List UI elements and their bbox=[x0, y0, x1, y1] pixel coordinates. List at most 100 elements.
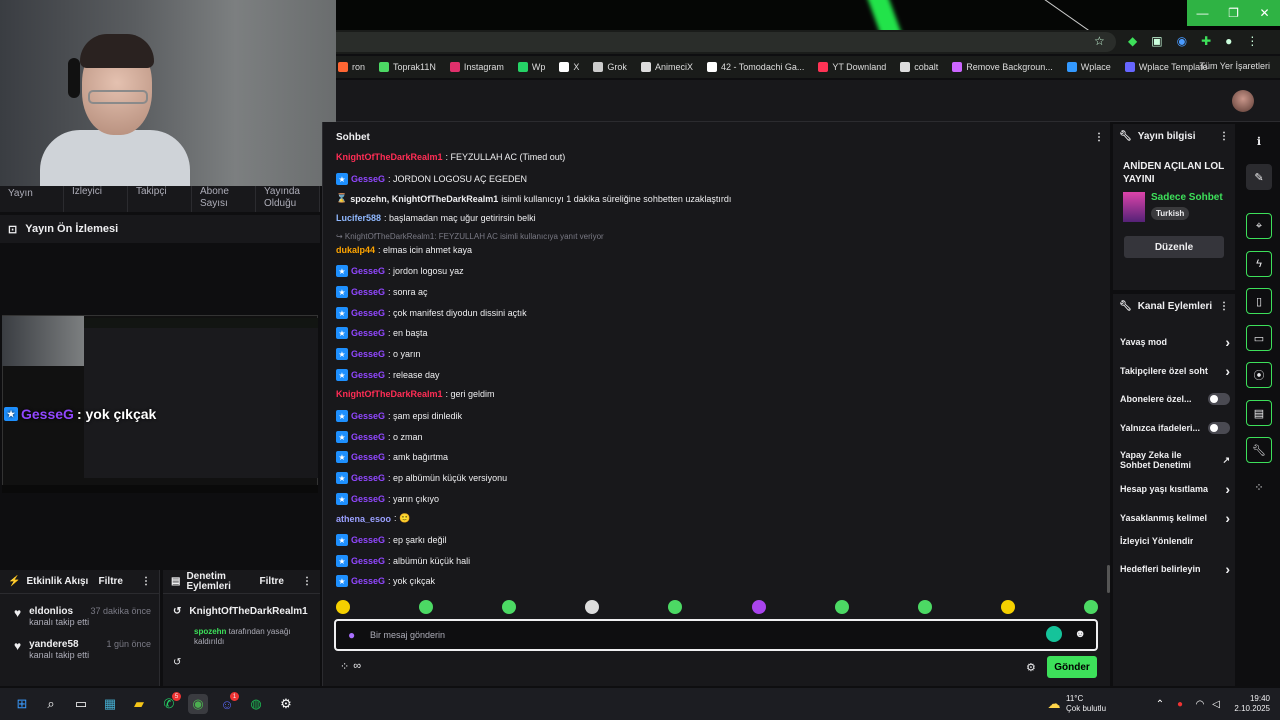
chat-message[interactable]: KnightOfTheDarkRealm1: FEYZULLAH AC (Tim… bbox=[336, 152, 565, 162]
chat-username[interactable]: GesseG bbox=[351, 535, 385, 545]
chat-username[interactable]: Lucifer588 bbox=[336, 213, 381, 223]
bookmark-item[interactable]: 42 - Tomodachi Ga... bbox=[706, 62, 804, 72]
chat-message[interactable]: ★ GesseG: o zman bbox=[336, 431, 423, 443]
chat-message[interactable]: dukalp44: elmas icin ahmet kaya bbox=[336, 245, 472, 255]
channel-action-item[interactable]: Takipçilere özel soht › bbox=[1120, 363, 1230, 379]
chat-message[interactable]: ★ GesseG: yarın çıkıyo bbox=[336, 493, 439, 505]
more-icon[interactable]: ⋮ bbox=[302, 576, 312, 587]
chat-username[interactable]: GesseG bbox=[351, 174, 385, 184]
channel-action-item[interactable]: Abonelere özel... bbox=[1120, 393, 1230, 405]
emote-icon[interactable] bbox=[502, 600, 517, 614]
emote-icon[interactable] bbox=[834, 600, 849, 614]
chat-username[interactable]: GesseG bbox=[351, 370, 385, 380]
moderation-actor[interactable]: spozehn bbox=[194, 627, 226, 636]
widgets-icon[interactable]: ▦ bbox=[100, 694, 120, 714]
add-widget-icon[interactable]: ⁘ bbox=[1246, 474, 1272, 500]
send-button[interactable]: Gönder bbox=[1047, 656, 1097, 678]
emote-icon[interactable] bbox=[917, 600, 932, 614]
chat-message[interactable]: ★ GesseG: çok manifest diyodun dissini aç… bbox=[336, 307, 527, 319]
avatar[interactable] bbox=[1232, 90, 1254, 112]
channel-action-item[interactable]: İzleyici Yönlendir bbox=[1120, 536, 1230, 546]
emote-icon[interactable] bbox=[751, 600, 766, 614]
channel-action-item[interactable]: Yavaş mod › bbox=[1120, 334, 1230, 350]
wrench-tool-icon[interactable]: 🔧︎ bbox=[1246, 437, 1272, 463]
chat-username[interactable]: GesseG bbox=[351, 473, 385, 483]
info-icon[interactable]: ℹ bbox=[1246, 128, 1272, 154]
activity-filter-button[interactable]: Filtre bbox=[99, 576, 123, 587]
close-button[interactable]: ✕ bbox=[1249, 0, 1280, 26]
file-explorer-icon[interactable]: ▰ bbox=[129, 694, 149, 714]
chat-message[interactable]: KnightOfTheDarkRealm1: geri geldim bbox=[336, 389, 495, 399]
emote-icon[interactable] bbox=[585, 600, 600, 614]
all-bookmarks-link[interactable]: Tüm Yer İşaretleri bbox=[1199, 61, 1270, 71]
edit-button[interactable]: Düzenle bbox=[1124, 236, 1224, 258]
bookmark-item[interactable]: AnimeciX bbox=[640, 62, 693, 72]
moderation-filter-button[interactable]: Filtre bbox=[260, 576, 284, 587]
chevron-right-icon[interactable]: › bbox=[1225, 481, 1230, 497]
chat-message[interactable]: ★ GesseG: JORDON LOGOSU AÇ EGEDEN bbox=[336, 173, 527, 185]
weather-widget[interactable]: 11°C Çok bulutlu bbox=[1066, 694, 1106, 714]
minimize-button[interactable]: — bbox=[1187, 0, 1218, 26]
spotify-icon[interactable]: ◍ bbox=[246, 694, 266, 714]
chevron-right-icon[interactable]: › bbox=[1225, 510, 1230, 526]
chat-message[interactable]: Lucifer588: başlamadan maç uğur getirirs… bbox=[336, 213, 536, 223]
microphone-icon[interactable]: ● bbox=[348, 628, 355, 642]
chat-message[interactable]: ★ GesseG: yok çıkçak bbox=[336, 575, 435, 587]
broadcast-icon[interactable]: ⦿ bbox=[1246, 362, 1272, 388]
settings-gear-icon[interactable]: ⚙ bbox=[1026, 661, 1036, 674]
chat-message[interactable]: ★ GesseG: şam epsi dinledik bbox=[336, 410, 462, 422]
app-icon[interactable]: ⚙ bbox=[276, 694, 296, 714]
emote-icon[interactable] bbox=[1083, 600, 1098, 614]
clipboard-icon[interactable]: ▯ bbox=[1246, 288, 1272, 314]
pencil-icon[interactable]: ✎ bbox=[1246, 164, 1272, 190]
points-icon[interactable]: ⁘ bbox=[340, 660, 349, 673]
clock[interactable]: 19:40 2.10.2025 bbox=[1230, 694, 1270, 714]
chevron-right-icon[interactable]: › bbox=[1225, 561, 1230, 577]
chat-bubble-icon[interactable]: ▭ bbox=[1246, 325, 1272, 351]
chat-message[interactable]: ★ GesseG: sonra aç bbox=[336, 286, 428, 298]
chat-username[interactable]: KnightOfTheDarkRealm1 bbox=[336, 389, 443, 399]
grammarly-icon[interactable] bbox=[1046, 626, 1062, 642]
emote-icon[interactable] bbox=[419, 600, 434, 614]
chat-username[interactable]: spozehn, KnightOfTheDarkRealm1 bbox=[350, 194, 498, 204]
bookmark-star-icon[interactable]: ☆ bbox=[1094, 34, 1105, 48]
bookmark-item[interactable]: ron bbox=[338, 62, 365, 72]
task-view-icon[interactable]: ▭ bbox=[71, 694, 91, 714]
chevron-right-icon[interactable]: › bbox=[1225, 363, 1230, 379]
search-icon[interactable]: ⌕ bbox=[41, 694, 61, 714]
emoji-icon[interactable]: ☻ bbox=[1074, 628, 1086, 640]
channel-action-item[interactable]: Yapay Zeka ile Sohbet Denetimi ↗ bbox=[1120, 450, 1230, 470]
bookmark-item[interactable]: Instagram bbox=[449, 62, 504, 72]
target-icon[interactable]: ⌖ bbox=[1246, 213, 1272, 239]
chat-username[interactable]: GesseG bbox=[351, 576, 385, 586]
toggle-switch[interactable] bbox=[1208, 393, 1230, 405]
chat-username[interactable]: GesseG bbox=[351, 266, 385, 276]
channel-action-item[interactable]: Yasaklanmış kelimel › bbox=[1120, 510, 1230, 526]
chat-username[interactable]: KnightOfTheDarkRealm1 bbox=[336, 152, 443, 162]
external-link-icon[interactable]: ↗ bbox=[1222, 455, 1230, 466]
chat-message[interactable]: ★ GesseG: en başta bbox=[336, 327, 428, 339]
chat-username[interactable]: athena_esoo bbox=[336, 514, 391, 524]
tag-badge[interactable]: Turkish bbox=[1151, 207, 1190, 220]
volume-icon[interactable]: ◁ bbox=[1206, 694, 1226, 714]
toggle-switch[interactable] bbox=[1208, 422, 1230, 434]
chat-username[interactable]: GesseG bbox=[351, 328, 385, 338]
chat-message[interactable]: athena_esoo: 🙂 bbox=[336, 513, 410, 524]
emote-icon[interactable] bbox=[668, 600, 683, 614]
chat-username[interactable]: GesseG bbox=[351, 411, 385, 421]
chat-message[interactable]: ⌛ spozehn, KnightOfTheDarkRealm1 isimli k… bbox=[336, 193, 731, 204]
channel-action-item[interactable]: Hesap yaşı kısıtlama › bbox=[1120, 481, 1230, 497]
weather-icon[interactable]: ☁ bbox=[1044, 694, 1064, 714]
channel-action-item[interactable]: Hedefleri belirleyin › bbox=[1120, 561, 1230, 577]
chat-username[interactable]: GesseG bbox=[351, 494, 385, 504]
maximize-button[interactable]: ❐ bbox=[1218, 0, 1249, 26]
chat-message[interactable]: ★ GesseG: albümün küçük hali bbox=[336, 555, 470, 567]
chat-scrollbar[interactable] bbox=[1107, 565, 1110, 593]
chat-message[interactable]: ★ GesseG: jordon logosu yaz bbox=[336, 265, 464, 277]
activity-user[interactable]: eldonlios bbox=[29, 606, 73, 617]
chat-username[interactable]: GesseG bbox=[351, 349, 385, 359]
more-icon[interactable]: ⋮ bbox=[1219, 131, 1229, 142]
bookmark-item[interactable]: Wplace Template bbox=[1124, 62, 1208, 72]
layout-icon[interactable]: ▤ bbox=[1246, 400, 1272, 426]
bookmark-item[interactable]: Toprak11N bbox=[379, 62, 436, 72]
